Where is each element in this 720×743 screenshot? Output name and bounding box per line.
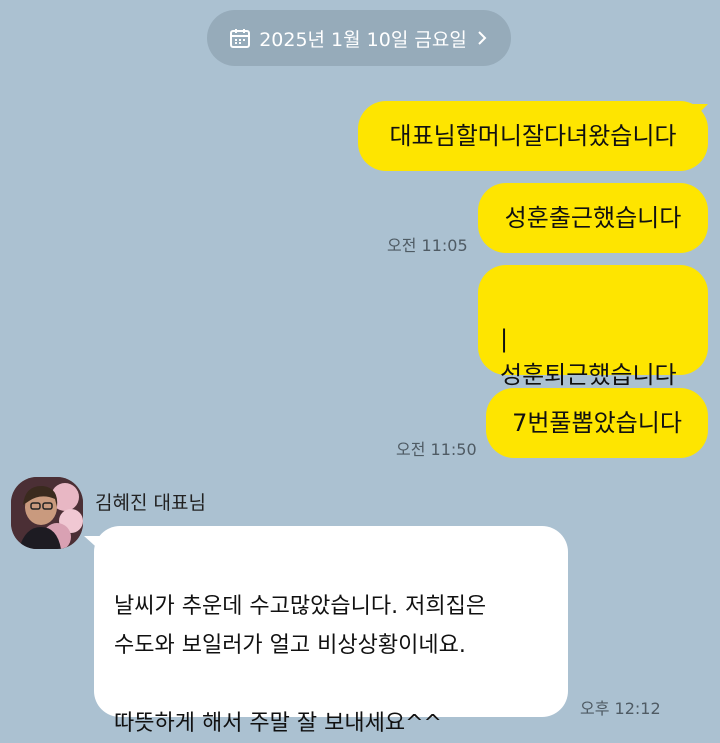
message-text: | 성훈퇴근했습니다 bbox=[500, 325, 677, 389]
sender-name[interactable]: 김혜진 대표님 bbox=[95, 488, 206, 515]
message-time: 오전 11:05 bbox=[387, 236, 468, 255]
avatar[interactable] bbox=[11, 477, 83, 549]
message-text: 7번풀뽑았습니다 bbox=[512, 409, 682, 437]
message-text: 대표님할머니잘다녀왔습니다 bbox=[389, 122, 677, 150]
calendar-icon bbox=[229, 27, 251, 49]
my-message-bubble[interactable]: 성훈출근했습니다 bbox=[478, 183, 708, 253]
message-time: 오후 12:12 bbox=[580, 699, 661, 718]
message-text: 성훈출근했습니다 bbox=[504, 204, 682, 232]
message-time: 오전 11:50 bbox=[396, 440, 477, 459]
chevron-right-icon bbox=[475, 29, 489, 47]
date-label: 2025년 1월 10일 금요일 bbox=[259, 28, 467, 51]
date-divider[interactable]: 2025년 1월 10일 금요일 bbox=[207, 10, 511, 66]
other-message-bubble[interactable]: 날씨가 추운데 수고많았습니다. 저희집은 수도와 보일러가 얼고 비상상황이네… bbox=[94, 526, 568, 736]
my-message-bubble[interactable]: 7번풀뽑았습니다 bbox=[486, 388, 708, 458]
message-text: 날씨가 추운데 수고많았습니다. 저희집은 수도와 보일러가 얼고 비상상황이네… bbox=[114, 594, 487, 736]
my-message-bubble[interactable]: 대표님할머니잘다녀왔습니다 bbox=[358, 101, 708, 171]
my-message-bubble[interactable]: | 성훈퇴근했습니다 bbox=[478, 265, 708, 389]
